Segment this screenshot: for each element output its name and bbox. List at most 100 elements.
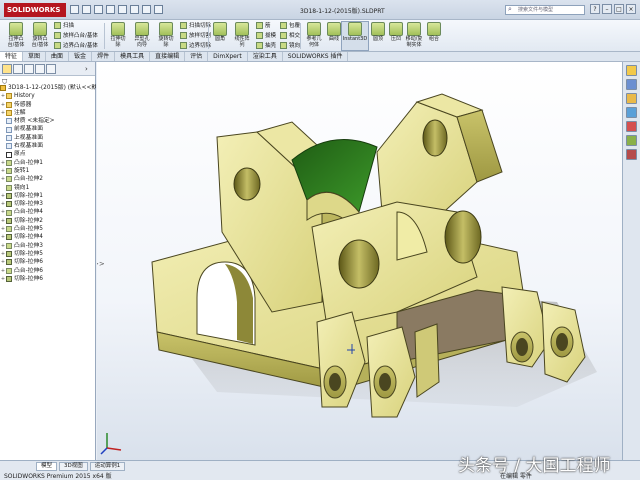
design-library-icon[interactable]	[626, 93, 637, 104]
revolve-boss-icon	[33, 22, 47, 36]
chevron-right-icon[interactable]: ›	[85, 64, 93, 74]
tab-render-tools[interactable]: 渲染工具	[248, 52, 283, 61]
home-icon[interactable]	[626, 65, 637, 76]
tree-item[interactable]: + 切除-拉伸4	[0, 233, 96, 241]
tab-surfaces[interactable]: 曲面	[46, 52, 70, 61]
tree-item-label: 材质 <未指定>	[14, 118, 55, 125]
feature-icon	[6, 168, 12, 175]
reference-geometry-icon	[307, 22, 321, 36]
boundary-cut-button[interactable]: 边界切除	[180, 41, 211, 49]
plane-icon	[6, 118, 12, 125]
help-icon[interactable]: ?	[590, 4, 600, 14]
tree-item[interactable]: 3D18-1-12-(2015版) (默认<<默认>	[0, 84, 96, 92]
shell-button[interactable]: 抽壳	[256, 41, 276, 49]
tree-item[interactable]: + 切除-拉伸6	[0, 258, 96, 266]
command-manager-tabs: 特征 草图 曲面 钣金 焊件 模具工具 直接编辑 评估 DimXpert 渲染工…	[0, 52, 640, 62]
wrap-button[interactable]: 包覆	[280, 21, 300, 29]
tree-item[interactable]: 镜向1	[0, 184, 96, 192]
tree-item[interactable]: 原点	[0, 150, 96, 158]
tab-direct-editing[interactable]: 直接编辑	[150, 52, 186, 61]
logo-text: SOLIDWORKS	[7, 6, 61, 14]
cut-icon	[6, 201, 12, 208]
tree-item[interactable]: + 切除-拉伸6	[0, 275, 96, 283]
feature-tree-tab-icon[interactable]	[2, 64, 12, 74]
tab-motion-study[interactable]: 运动算例1	[89, 462, 126, 471]
file-explorer-icon[interactable]	[626, 107, 637, 118]
tab-evaluate[interactable]: 评估	[185, 52, 209, 61]
feature-tree: 3D18-1-12-(2015版) (默认<<默认>+History+传感器+注…	[0, 84, 96, 283]
loft-icon	[54, 31, 61, 39]
tab-weldments[interactable]: 焊件	[92, 52, 116, 61]
save-icon[interactable]	[94, 5, 103, 14]
tree-item[interactable]: + 切除-拉伸1	[0, 192, 96, 200]
property-manager-tab-icon[interactable]	[13, 64, 23, 74]
undo-icon[interactable]	[118, 5, 127, 14]
tree-item[interactable]: + 旋转1	[0, 167, 96, 175]
options-icon[interactable]	[154, 5, 163, 14]
tree-item[interactable]: + 传感器	[0, 101, 96, 109]
minimize-icon[interactable]: –	[602, 4, 612, 14]
tree-item[interactable]: + 凸台-拉伸1	[0, 159, 96, 167]
draft-button[interactable]: 拔模	[256, 31, 276, 39]
tree-item[interactable]: + 凸台-拉伸4	[0, 208, 96, 216]
mirror-icon	[280, 41, 287, 49]
forum-icon[interactable]	[626, 149, 637, 160]
custom-properties-icon[interactable]	[626, 135, 637, 146]
solidworks-logo[interactable]: SOLIDWORKS	[4, 3, 66, 17]
rib-button[interactable]: 筋	[256, 21, 271, 29]
revolve-boss-button[interactable]: 旋转凸 台/基体	[26, 22, 54, 48]
configuration-tab-icon[interactable]	[24, 64, 34, 74]
tab-addins[interactable]: SOLIDWORKS 插件	[283, 52, 349, 61]
revolve-cut-icon	[159, 22, 173, 36]
boundary-boss-button[interactable]: 边界凸台/基体	[54, 41, 98, 49]
restore-icon[interactable]: □	[614, 4, 624, 14]
tab-mold-tools[interactable]: 模具工具	[115, 52, 151, 61]
tab-features[interactable]: 特征	[0, 52, 24, 61]
tree-item[interactable]: + 注解	[0, 109, 96, 117]
tree-item[interactable]: 前视基准面	[0, 125, 96, 133]
intersect-button[interactable]: 相交	[280, 31, 300, 39]
tree-item[interactable]: + 凸台-拉伸2	[0, 175, 96, 183]
graphics-viewport[interactable]: >>	[97, 62, 622, 460]
loft-boss-button[interactable]: 放样凸台/基体	[54, 31, 98, 39]
mirror-button[interactable]: 镜向	[280, 41, 300, 49]
dimxpert-tab-icon[interactable]	[35, 64, 45, 74]
tree-item[interactable]: + 切除-拉伸5	[0, 250, 96, 258]
tree-item[interactable]: + 切除-拉伸3	[0, 200, 96, 208]
tab-model[interactable]: 模型	[36, 462, 58, 471]
search-input[interactable]: 搜索文件与模型	[505, 5, 585, 15]
linear-pattern-button[interactable]: 线性阵列	[228, 22, 256, 48]
tab-3d-views[interactable]: 3D视图	[59, 462, 88, 471]
tab-dimxpert[interactable]: DimXpert	[208, 52, 248, 61]
panel-collapse-toggle[interactable]: >>	[97, 260, 105, 268]
tree-item[interactable]: 材质 <未指定>	[0, 117, 96, 125]
side-lug-right-hole	[556, 333, 568, 351]
close-icon[interactable]: ×	[626, 4, 636, 14]
tree-item[interactable]: + 凸台-拉伸3	[0, 242, 96, 250]
combine-button[interactable]: 组合	[420, 22, 448, 42]
tree-item[interactable]: + 凸台-拉伸5	[0, 225, 96, 233]
plane-icon	[6, 143, 12, 150]
tree-item[interactable]: 上视基准面	[0, 134, 96, 142]
tree-item[interactable]: + 凸台-拉伸6	[0, 267, 96, 275]
print-icon[interactable]	[106, 5, 115, 14]
tree-item-label: 传感器	[14, 101, 32, 108]
feature-icon	[6, 242, 12, 249]
new-file-icon[interactable]	[70, 5, 79, 14]
rebuild-icon[interactable]	[142, 5, 151, 14]
sweep-button[interactable]: 扫描	[54, 21, 74, 29]
part-model[interactable]	[97, 62, 622, 460]
tab-sheet-metal[interactable]: 钣金	[69, 52, 93, 61]
tree-item[interactable]: + 切除-拉伸2	[0, 217, 96, 225]
revolve-cut-button[interactable]: 旋转切除	[152, 22, 180, 48]
open-file-icon[interactable]	[82, 5, 91, 14]
feature-manager-tabs: ›	[0, 62, 95, 76]
appearances-icon[interactable]	[626, 121, 637, 132]
select-icon[interactable]	[130, 5, 139, 14]
tab-sketch[interactable]: 草图	[23, 52, 47, 61]
display-manager-tab-icon[interactable]	[46, 64, 56, 74]
tree-item-label: 3D18-1-12-(2015版) (默认<<默认>	[8, 85, 96, 91]
resources-icon[interactable]	[626, 79, 637, 90]
tree-item[interactable]: 右视基准面	[0, 142, 96, 150]
tree-item[interactable]: + History	[0, 92, 96, 100]
